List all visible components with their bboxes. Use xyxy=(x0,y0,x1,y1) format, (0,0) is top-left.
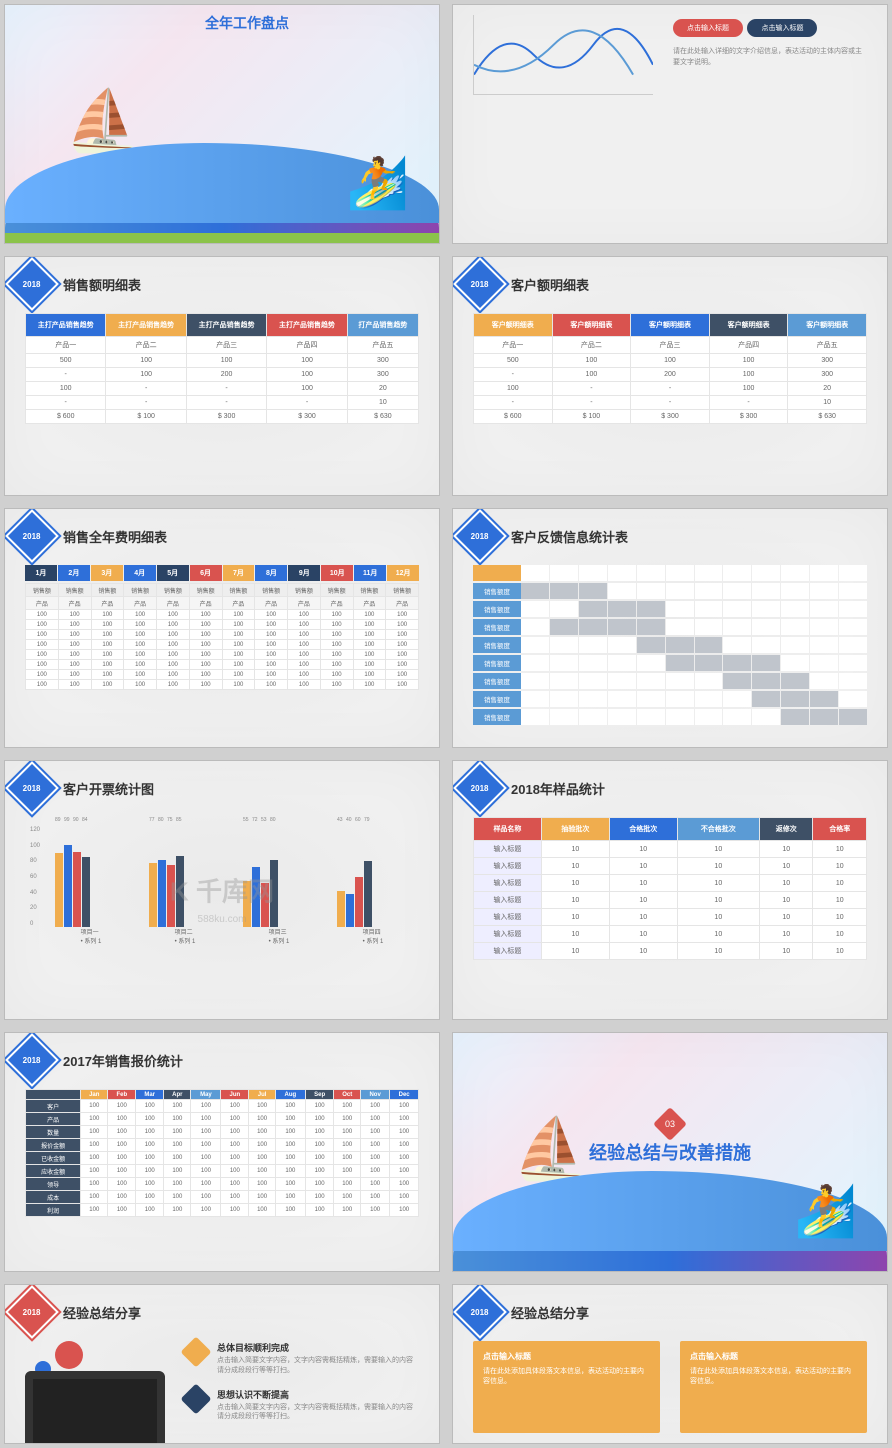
desc-text: 请在此处输入详细的文字介绍信息，表达活动的主体内容或主要文字说明。 xyxy=(673,47,867,68)
pill-button-2[interactable]: 点击输入标题 xyxy=(747,19,817,37)
customer-table: 客户额明细表客户额明细表客户额明细表客户额明细表客户额明细表 产品一产品二产品三… xyxy=(473,313,867,424)
cover-title: 全年工作盘点 xyxy=(205,13,289,33)
year-badge: 2018 xyxy=(453,1285,507,1339)
sailboat-icon: ⛵ xyxy=(513,1113,588,1184)
summary-item: 思想认识不断提高点击输入简要文字内容，文字内容需概括精炼，需要输入的内容请分成段… xyxy=(185,1388,419,1423)
slide-title: 客户反馈信息统计表 xyxy=(511,527,628,546)
laptop-icon xyxy=(25,1371,165,1444)
card-text: 请在此处添加具体段落文本信息，表达活动的主要内容信息。 xyxy=(483,1366,650,1386)
surfer-icon: 🏄 xyxy=(795,1182,857,1241)
year-badge: 2018 xyxy=(453,761,507,815)
green-bar xyxy=(5,233,439,243)
sales-table: 主打产品销售趋势主打产品销售趋势主打产品销售趋势主打产品销售趋势打产品销售趋势 … xyxy=(25,313,419,424)
section-title: 经验总结与改善措施 xyxy=(589,1139,751,1165)
hex-icon xyxy=(180,1336,211,1367)
info-card: 点击输入标题 请在此处添加具体段落文本信息，表达活动的主要内容信息。 xyxy=(680,1341,867,1433)
slide-title: 经验总结分享 xyxy=(511,1303,589,1322)
year-badge: 2018 xyxy=(453,257,507,311)
slide-title: 2017年销售报价统计 xyxy=(63,1051,183,1070)
slide-quote-stats: 2018 2017年销售报价统计 JanFebMarAprMayJunJulAu… xyxy=(4,1032,440,1272)
monthly-table: 销售额销售额销售额销售额销售额销售额销售额销售额销售额销售额销售额销售额 产品产… xyxy=(25,583,419,690)
sailboat-icon: ⛵ xyxy=(65,85,140,156)
card-text: 请在此处添加具体段落文本信息，表达活动的主要内容信息。 xyxy=(690,1366,857,1386)
item-heading: 总体目标顺利完成 xyxy=(217,1341,419,1354)
slide-title: 销售额明细表 xyxy=(63,275,141,294)
slide-bar-chart: 2018 客户开票统计图 120100806040200 89999084项目一… xyxy=(4,760,440,1020)
slide-customer-detail: 2018 客户额明细表 客户额明细表客户额明细表客户额明细表客户额明细表客户额明… xyxy=(452,256,888,496)
slide-cover-1: ⛵ 全年工作盘点 🏄 xyxy=(4,4,440,244)
slide-summary-1: 2018 经验总结分享 总体目标顺利完成点击输入简要文字内容，文字内容需概括精炼… xyxy=(4,1284,440,1444)
slide-curve: 点击输入标题 点击输入标题 请在此处输入详细的文字介绍信息，表达活动的主体内容或… xyxy=(452,4,888,244)
slide-section-cover: ⛵ 03 经验总结与改善措施 🏄 xyxy=(452,1032,888,1272)
card-heading: 点击输入标题 xyxy=(690,1351,857,1362)
year-badge: 2018 xyxy=(5,257,59,311)
slide-title: 客户额明细表 xyxy=(511,275,589,294)
section-number-badge: 03 xyxy=(653,1107,687,1141)
bar-chart: 120100806040200 89999084项目一• 系列 17780758… xyxy=(25,817,419,957)
slide-title: 客户开票统计图 xyxy=(63,779,154,798)
slide-sales-detail: 2018 销售额明细表 主打产品销售趋势主打产品销售趋势主打产品销售趋势主打产品… xyxy=(4,256,440,496)
slide-feedback-gantt: 2018 客户反馈信息统计表 JanFebMarAprMayJunJulAugS… xyxy=(452,508,888,748)
summary-item: 总体目标顺利完成点击输入简要文字内容，文字内容需概括精炼，需要输入的内容请分成段… xyxy=(185,1341,419,1376)
year-badge: 2018 xyxy=(453,509,507,563)
surfer-icon: 🏄 xyxy=(347,154,409,213)
dot-icon xyxy=(55,1341,83,1369)
slide-title: 经验总结分享 xyxy=(63,1303,141,1322)
quote-table: JanFebMarAprMayJunJulAugSepOctNovDec 客户1… xyxy=(25,1089,419,1217)
slide-annual-expense: 2018 销售全年费明细表 1月2月3月4月5月6月7月8月9月10月11月12… xyxy=(4,508,440,748)
slide-title: 2018年样品统计 xyxy=(511,779,605,798)
slide-sample-stats: 2018 2018年样品统计 样品名称抽验批次合格批次不合格批次返修次合格率 输… xyxy=(452,760,888,1020)
year-badge: 2018 xyxy=(5,761,59,815)
year-badge: 2018 xyxy=(5,1285,59,1339)
year-badge: 2018 xyxy=(5,1033,59,1087)
sample-table: 样品名称抽验批次合格批次不合格批次返修次合格率 输入标题1010101010输入… xyxy=(473,817,867,960)
info-card: 点击输入标题 请在此处添加具体段落文本信息，表达活动的主要内容信息。 xyxy=(473,1341,660,1433)
slide-summary-2: 2018 经验总结分享 点击输入标题 请在此处添加具体段落文本信息，表达活动的主… xyxy=(452,1284,888,1444)
line-chart-placeholder xyxy=(473,15,653,95)
card-heading: 点击输入标题 xyxy=(483,1351,650,1362)
item-text: 点击输入简要文字内容，文字内容需概括精炼，需要输入的内容请分成段段行等等打扫。 xyxy=(217,1356,419,1376)
item-heading: 思想认识不断提高 xyxy=(217,1388,419,1401)
pill-button-1[interactable]: 点击输入标题 xyxy=(673,19,743,37)
hex-icon xyxy=(180,1383,211,1414)
item-text: 点击输入简要文字内容，文字内容需概括精炼，需要输入的内容请分成段段行等等打扫。 xyxy=(217,1403,419,1423)
slide-title: 销售全年费明细表 xyxy=(63,527,167,546)
year-badge: 2018 xyxy=(5,509,59,563)
